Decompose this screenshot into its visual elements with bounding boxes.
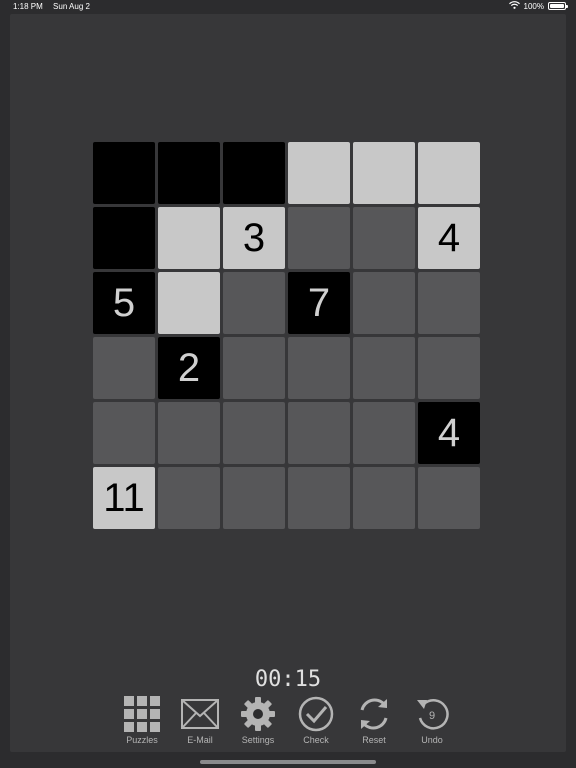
board-cell[interactable] — [223, 467, 285, 529]
board-cell[interactable] — [93, 207, 155, 269]
wifi-icon — [508, 1, 520, 11]
check-label: Check — [303, 735, 329, 745]
board-cell[interactable] — [353, 467, 415, 529]
check-button[interactable]: Check — [287, 694, 345, 745]
board-cell[interactable] — [223, 337, 285, 399]
board-cell[interactable] — [158, 467, 220, 529]
undo-button[interactable]: 9 Undo — [403, 694, 461, 745]
board-cell[interactable] — [353, 142, 415, 204]
board-cell[interactable] — [353, 207, 415, 269]
board-cell[interactable]: 11 — [93, 467, 155, 529]
reset-label: Reset — [362, 735, 386, 745]
undo-count: 9 — [429, 710, 435, 722]
board-cell[interactable] — [353, 337, 415, 399]
board-cell[interactable] — [93, 142, 155, 204]
board-cell[interactable] — [288, 207, 350, 269]
board-cell[interactable] — [353, 402, 415, 464]
grid-icon — [122, 694, 162, 734]
puzzles-label: Puzzles — [126, 735, 158, 745]
board-cell[interactable] — [158, 402, 220, 464]
reset-button[interactable]: Reset — [345, 694, 403, 745]
board-cell[interactable] — [223, 402, 285, 464]
home-indicator — [200, 760, 376, 764]
board-cell[interactable] — [418, 337, 480, 399]
board-cell[interactable] — [288, 337, 350, 399]
battery-percent: 100% — [523, 1, 544, 11]
board-cell[interactable] — [158, 272, 220, 334]
puzzle-board: 3 4 5 7 2 4 11 — [93, 142, 480, 529]
status-bar: 1:18 PM Sun Aug 2 100% — [0, 0, 576, 14]
timer: 00:15 — [254, 667, 322, 692]
board-cell[interactable] — [93, 337, 155, 399]
puzzles-button[interactable]: Puzzles — [113, 694, 171, 745]
board-cell[interactable] — [158, 207, 220, 269]
board-cell[interactable]: 2 — [158, 337, 220, 399]
board-cell[interactable]: 3 — [223, 207, 285, 269]
settings-label: Settings — [241, 735, 275, 745]
status-date: Sun Aug 2 — [53, 2, 90, 11]
undo-label: Undo — [421, 735, 443, 745]
email-label: E-Mail — [187, 735, 213, 745]
board-cell[interactable] — [418, 467, 480, 529]
status-time: 1:18 PM — [13, 2, 43, 11]
board-cell[interactable] — [353, 272, 415, 334]
settings-button[interactable]: Settings — [229, 694, 287, 745]
board-cell[interactable] — [418, 272, 480, 334]
checkmark-icon — [296, 694, 336, 734]
board-cell[interactable] — [158, 142, 220, 204]
board-cell[interactable] — [93, 402, 155, 464]
toolbar: Puzzles E-Mail Settings Check Reset 9 Un… — [113, 694, 461, 745]
undo-icon: 9 — [412, 694, 452, 734]
board-cell[interactable] — [418, 142, 480, 204]
gear-icon — [238, 694, 278, 734]
board-cell[interactable]: 5 — [93, 272, 155, 334]
board-cell[interactable] — [288, 467, 350, 529]
board-cell[interactable] — [223, 272, 285, 334]
board-cell[interactable] — [288, 402, 350, 464]
board-cell[interactable]: 4 — [418, 207, 480, 269]
board-cell[interactable]: 4 — [418, 402, 480, 464]
email-button[interactable]: E-Mail — [171, 694, 229, 745]
board-cell[interactable] — [223, 142, 285, 204]
board-cell[interactable]: 7 — [288, 272, 350, 334]
board-cell[interactable] — [288, 142, 350, 204]
envelope-icon — [180, 694, 220, 734]
battery-icon — [548, 2, 568, 10]
reset-icon — [354, 694, 394, 734]
